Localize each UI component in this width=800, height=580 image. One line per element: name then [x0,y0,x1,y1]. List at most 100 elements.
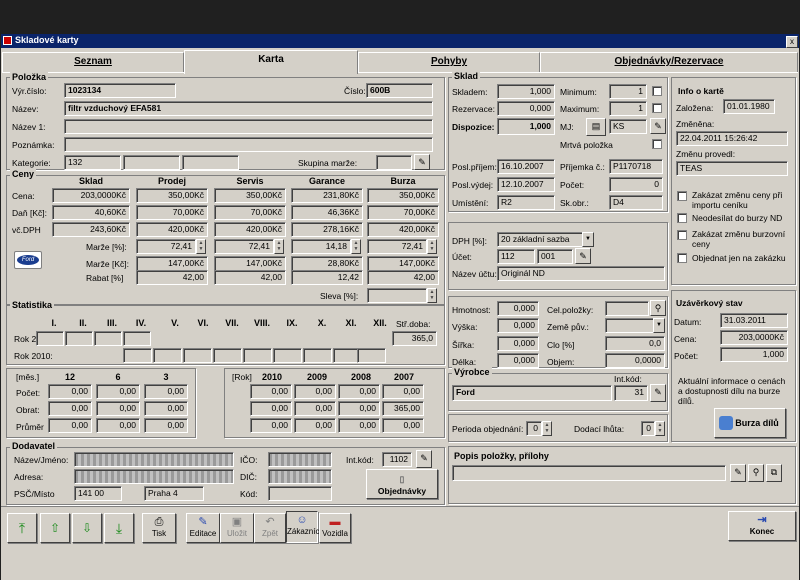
checkbox[interactable] [677,213,687,223]
zmenena-field[interactable]: 22.04.2011 15:26:42 [676,131,788,146]
marze-pct-servis[interactable]: 72,41 [214,239,274,254]
kategorie3-field[interactable] [182,155,239,170]
objem-field[interactable]: 0,0000 [605,353,665,368]
chevron-down-icon[interactable]: ▼ [653,318,665,333]
nazev-field[interactable]: filtr vzduchový EFA581 [64,101,433,116]
burza-button[interactable]: Burza dílů [714,408,786,438]
zakaznici-button[interactable]: ☺ Zákazníci [286,511,321,543]
spin-icon[interactable]: ▲ ▼ [274,239,284,254]
zalozena-field[interactable]: 01.01.1980 [723,99,775,114]
marze-kc-servis[interactable]: 147,00Kč [214,256,286,271]
spin-icon[interactable]: ▲ ▼ [655,421,665,436]
ico-field[interactable] [268,452,332,467]
rok-cell[interactable]: 0,00 [338,401,380,416]
rabat-burza[interactable]: 42,00 [367,270,439,285]
dodavatel-nazev-field[interactable] [74,452,234,467]
rok-cell[interactable]: 0,00 [294,401,336,416]
kategorie-field[interactable]: 132 [64,155,121,170]
prijemka-field[interactable]: P1170718 [609,159,663,174]
clo-field[interactable]: 0,0 [605,336,665,351]
prev-record-button[interactable]: ⇧ [40,513,70,543]
stat-cell[interactable] [243,348,272,363]
nazev1-field[interactable] [64,119,433,134]
stat-cell[interactable] [273,348,302,363]
mj-field[interactable]: KS [609,119,647,134]
editace-button[interactable]: ✎ Editace [186,513,220,543]
minimum-field[interactable]: 1 [609,84,647,99]
spin-icon[interactable]: ▲ ▼ [542,421,552,436]
mes-cell[interactable]: 0,00 [96,384,140,399]
dph-select[interactable]: 20 základní sazba [497,232,584,247]
celpoloz-field[interactable] [605,301,649,316]
tisk-button[interactable]: ⎙ Tisk [142,513,176,543]
skupina-marze-field[interactable] [376,155,412,170]
spin-icon[interactable]: ▲ ▼ [427,288,437,303]
rabat-prodej[interactable]: 42,00 [136,270,208,285]
dan-burza[interactable]: 70,00Kč [367,205,439,220]
vyrobce-field[interactable]: Ford [452,385,612,401]
tab-pohyby[interactable]: Pohyby [358,52,540,72]
cena-prodej[interactable]: 350,00Kč [136,188,208,203]
chevron-down-icon[interactable]: ▼ [582,232,594,247]
dan-servis[interactable]: 70,00Kč [214,205,286,220]
rok-cell[interactable]: 0,00 [250,418,292,433]
sklad-pocet-field[interactable]: 0 [609,177,663,192]
mes-cell[interactable]: 0,00 [144,401,188,416]
str-doba-field[interactable]: 365,0 [392,331,437,346]
dod-intkod-field[interactable]: 1102 [382,452,412,467]
hmotnost-field[interactable]: 0,000 [497,301,539,316]
ucet1-field[interactable]: 112 [497,249,535,264]
poznamka-field[interactable] [64,137,433,152]
maximum-field[interactable]: 1 [609,101,647,116]
rok-cell[interactable]: 0,00 [338,384,380,399]
stat-cell[interactable] [357,348,386,363]
cena-garance[interactable]: 231,80Kč [291,188,363,203]
edit-pencil-icon[interactable]: ✎ [416,450,432,468]
spin-icon[interactable]: ▲ ▼ [351,239,361,254]
mes-cell[interactable]: 0,00 [48,384,92,399]
stat-cell[interactable] [153,348,182,363]
mes-cell[interactable]: 0,00 [144,384,188,399]
maximum-checkbox[interactable] [652,103,662,113]
posl-vydej-field[interactable]: 12.10.2007 [497,177,555,192]
zeme-select[interactable] [605,318,655,333]
cena-servis[interactable]: 350,00Kč [214,188,286,203]
uzav-pocet-field[interactable]: 1,000 [720,347,788,362]
cena-burza[interactable]: 350,00Kč [367,188,439,203]
kategorie2-field[interactable] [123,155,180,170]
stat-cell[interactable] [36,331,64,346]
vyr-cislo-field[interactable]: 1023134 [64,83,176,98]
mj-lookup-icon[interactable]: ▤ [586,118,606,136]
edit-pencil-icon[interactable]: ✎ [650,384,666,402]
vcdph-burza[interactable]: 420,00Kč [367,222,439,237]
rabat-servis[interactable]: 42,00 [214,270,286,285]
tab-karta[interactable]: Karta [184,50,358,74]
stat-cell[interactable] [123,331,151,346]
umisteni-field[interactable]: R2 [497,195,555,210]
posl-prijem-field[interactable]: 16.10.2007 [497,159,555,174]
edit-icon[interactable]: ✎ [650,118,666,134]
objednavky-button[interactable]: ▯ Objednávky [366,469,438,499]
dic-field[interactable] [268,469,332,484]
mes-cell[interactable]: 0,00 [48,418,92,433]
vcdph-sklad[interactable]: 243,60Kč [52,222,130,237]
stat-cell[interactable] [213,348,242,363]
edit-icon[interactable]: ✎ [575,248,591,264]
marze-kc-burza[interactable]: 147,00Kč [367,256,439,271]
stat-cell[interactable] [123,348,152,363]
cena-sklad[interactable]: 203,0000Kč [52,188,130,203]
rok-cell[interactable]: 0,00 [250,401,292,416]
dan-sklad[interactable]: 40,60Kč [52,205,130,220]
stat-cell[interactable] [65,331,93,346]
adresa-field[interactable] [74,469,234,484]
rok-cell[interactable]: 0,00 [382,384,424,399]
checkbox[interactable] [677,253,687,263]
rok-cell[interactable]: 0,00 [294,418,336,433]
perioda-field[interactable]: 0 [526,421,542,436]
ucet2-field[interactable]: 001 [537,249,573,264]
edit-icon[interactable]: ✎ [414,154,430,170]
spin-icon[interactable]: ▲ ▼ [196,239,206,254]
skladem-field[interactable]: 1,000 [497,84,555,99]
marze-pct-prodej[interactable]: 72,41 [136,239,196,254]
dan-prodej[interactable]: 70,00Kč [136,205,208,220]
